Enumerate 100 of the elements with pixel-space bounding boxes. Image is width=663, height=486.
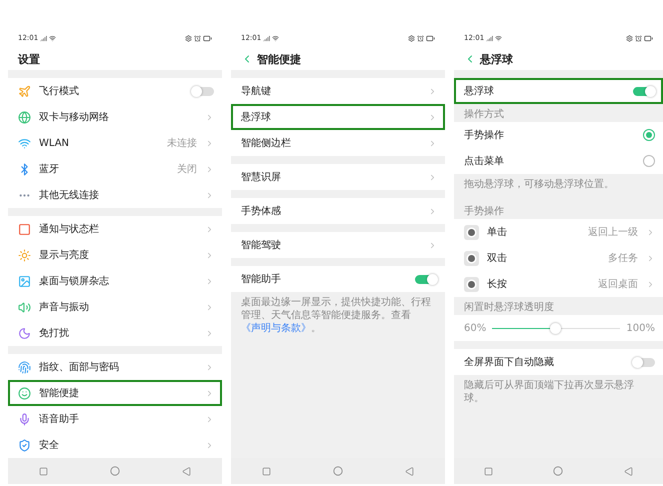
moon-icon <box>18 326 31 340</box>
chevron-right-icon <box>205 112 214 122</box>
settings-row[interactable]: 点击菜单 <box>454 148 663 174</box>
settings-row[interactable]: 单击 返回上一级 <box>454 219 663 245</box>
head-icon <box>18 386 31 400</box>
chevron-right-icon <box>205 138 214 148</box>
settings-row[interactable]: 双卡与移动网络 <box>8 104 222 130</box>
settings-row[interactable]: 免打扰 <box>8 320 222 346</box>
row-label: WLAN <box>39 138 70 148</box>
settings-row[interactable]: 其他无线连接 <box>8 182 222 208</box>
row-label: 双击 <box>487 252 508 265</box>
microphone-icon <box>18 412 31 426</box>
row-label: 智能便捷 <box>39 386 80 400</box>
gear-icon <box>626 34 633 42</box>
settings-row[interactable]: 安全 <box>8 432 222 458</box>
chevron-right-icon <box>205 414 214 424</box>
settings-row[interactable]: 长按 返回桌面 <box>454 271 663 297</box>
airplane-icon <box>18 84 31 98</box>
picture-icon <box>18 274 31 288</box>
chevron-right-icon <box>205 224 214 234</box>
settings-row[interactable]: 悬浮球 <box>454 78 663 104</box>
row-label: 长按 <box>487 278 508 291</box>
back-icon[interactable] <box>405 466 414 476</box>
signal-icon <box>486 34 494 42</box>
chevron-right-icon <box>205 302 214 312</box>
settings-row[interactable]: 手势操作 <box>454 122 663 148</box>
settings-row[interactable]: 语音助手 <box>8 406 222 432</box>
row-label: 手势操作 <box>464 128 505 142</box>
recents-icon[interactable] <box>262 466 271 476</box>
slider-thumb[interactable] <box>550 322 562 334</box>
description-text: 桌面最边缘一屏显示，提供快捷功能、行程管理、天气信息等智能便捷服务。查看 《声明与条款》。 <box>240 296 432 336</box>
chevron-right-icon <box>205 362 214 372</box>
battery-icon <box>426 34 435 42</box>
chevron-right-icon <box>205 388 214 398</box>
wifi-icon <box>495 34 502 42</box>
row-label: 桌面与锁屏杂志 <box>39 274 110 288</box>
settings-row[interactable]: 双击 多任务 <box>454 245 663 271</box>
chevron-right-icon <box>428 138 437 148</box>
battery-icon <box>644 34 653 42</box>
toggle-switch[interactable] <box>633 358 655 366</box>
settings-row[interactable]: 指纹、面部与密码 <box>8 354 222 380</box>
toggle-switch[interactable] <box>192 86 214 96</box>
chevron-right-icon <box>205 190 214 200</box>
settings-row[interactable]: 全屏界面下自动隐藏 <box>454 349 663 375</box>
row-value: 多任务 <box>608 252 638 265</box>
home-icon[interactable] <box>553 466 564 476</box>
description-text: 拖动悬浮球，可移动悬浮球位置。 <box>463 178 615 192</box>
chevron-right-icon <box>646 254 655 262</box>
chevron-right-icon <box>205 250 214 260</box>
radio-button[interactable] <box>643 129 655 141</box>
screen-title: 智能便捷 <box>257 52 301 66</box>
wifi-icon <box>49 34 56 42</box>
radio-button[interactable] <box>643 155 655 167</box>
settings-row[interactable]: 显示与亮度 <box>8 242 222 268</box>
row-label: 导航键 <box>241 84 272 98</box>
settings-row[interactable]: 导航键 <box>231 78 445 104</box>
chevron-right-icon <box>428 240 437 250</box>
settings-row[interactable]: 智能便捷 <box>8 380 222 406</box>
recents-icon[interactable] <box>39 466 48 476</box>
home-icon[interactable] <box>110 466 120 476</box>
toggle-switch[interactable] <box>415 274 437 284</box>
chevron-right-icon <box>205 276 214 286</box>
section-caption: 操作方式 <box>463 108 505 122</box>
wifi-icon <box>18 136 31 150</box>
settings-row[interactable]: 蓝牙 关闭 <box>8 156 222 182</box>
settings-row[interactable]: 飞行模式 <box>8 78 222 104</box>
settings-row[interactable]: 声音与振动 <box>8 294 222 320</box>
row-label: 手势体感 <box>241 204 282 218</box>
bluetooth-icon <box>18 162 31 176</box>
alarm-icon <box>417 34 424 42</box>
wifi-icon <box>272 34 280 42</box>
row-value: 关闭 <box>177 162 197 176</box>
settings-row[interactable]: 手势体感 <box>231 198 445 224</box>
row-label: 单击 <box>487 226 508 239</box>
back-icon[interactable] <box>624 466 633 476</box>
screen-title: 悬浮球 <box>480 52 513 66</box>
row-label: 点击菜单 <box>464 154 505 168</box>
settings-row[interactable]: 智能侧边栏 <box>231 130 445 156</box>
home-icon[interactable] <box>333 466 343 476</box>
alarm-icon <box>635 34 642 42</box>
settings-row[interactable]: 智能助手 <box>231 266 445 292</box>
row-label: 指纹、面部与密码 <box>39 360 120 374</box>
toggle-switch[interactable] <box>633 86 655 96</box>
settings-row[interactable]: 悬浮球 <box>231 104 445 130</box>
chevron-right-icon <box>205 440 214 450</box>
chevron-right-icon <box>205 164 214 174</box>
settings-row[interactable]: 智能驾驶 <box>231 232 445 258</box>
sun-icon <box>18 248 31 262</box>
row-label: 免打扰 <box>39 326 70 340</box>
settings-row[interactable]: WLAN 未连接 <box>8 130 222 156</box>
back-icon[interactable] <box>182 466 191 476</box>
row-label: 飞行模式 <box>39 84 80 98</box>
row-value: 返回上一级 <box>588 226 638 239</box>
settings-row[interactable]: 通知与状态栏 <box>8 216 222 242</box>
recents-icon[interactable] <box>484 466 494 476</box>
settings-row[interactable]: 智慧识屏 <box>231 164 445 190</box>
settings-row[interactable]: 桌面与锁屏杂志 <box>8 268 222 294</box>
battery-icon <box>203 34 212 42</box>
row-label: 通知与状态栏 <box>39 222 100 236</box>
row-label: 双卡与移动网络 <box>39 110 110 124</box>
